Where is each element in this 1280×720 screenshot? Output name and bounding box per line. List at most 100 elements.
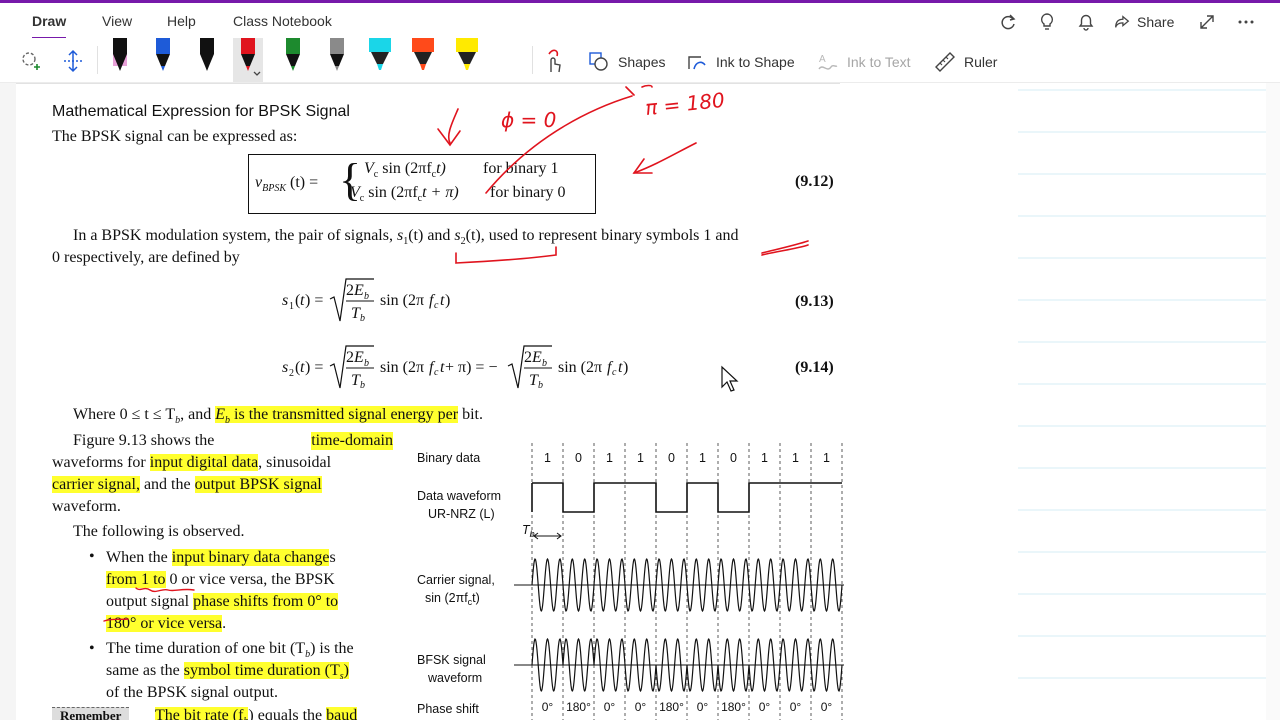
highlighter-cyan-icon[interactable]: [365, 38, 395, 82]
ink-to-shape-label: Ink to Shape: [716, 54, 795, 70]
ink-bracket: [455, 246, 557, 264]
tab-view[interactable]: View: [102, 13, 132, 29]
ink-to-text-button[interactable]: A Ink to Text: [817, 51, 911, 73]
tab-help[interactable]: Help: [167, 13, 196, 29]
svg-text:2: 2: [346, 282, 354, 299]
shapes-label: Shapes: [618, 54, 666, 70]
data-waveform: [532, 482, 842, 513]
draw-toolbar: Shapes Ink to Shape A Ink to Text Ruler: [0, 38, 1280, 83]
share-button[interactable]: Share: [1113, 12, 1174, 32]
svg-text:c: c: [612, 367, 617, 378]
bullet2-line1: The time duration of one bit (Tb) is the: [106, 640, 354, 661]
menu-bar: Draw View Help Class Notebook Share: [0, 3, 1280, 40]
svg-text:sin (2π: sin (2π: [558, 359, 602, 376]
equation-9-14: s2 (t) = 2Eb Tb sin (2π f c t + π) = − 2Eb T…: [282, 345, 628, 391]
shapes-button[interactable]: Shapes: [588, 51, 665, 73]
tb-label: Tb: [522, 523, 535, 539]
bit-label: 1: [606, 451, 613, 465]
phase-label: 0°: [697, 700, 709, 714]
sync-icon[interactable]: [998, 12, 1018, 32]
pen-black-icon[interactable]: [192, 38, 222, 82]
svg-text:A: A: [819, 54, 826, 65]
bit-label: 1: [699, 451, 706, 465]
canvas-left-gutter: [0, 83, 16, 720]
equation-9-13: s1 (t) = 2Eb Tb sin (2π f c t): [282, 278, 450, 324]
ink-pi-note: π = 180: [644, 88, 726, 120]
lightbulb-icon[interactable]: [1037, 12, 1057, 32]
bit-label: 1: [792, 451, 799, 465]
figure-label-carrier-2: sin (2πfct): [425, 591, 480, 607]
textbook-page: Mathematical Expression for BPSK Signal …: [16, 83, 1018, 720]
svg-text:b: b: [542, 358, 547, 369]
fig-para-line4: waveform.: [52, 498, 121, 515]
ruler-label: Ruler: [964, 54, 998, 70]
figure-label-binary: Binary data: [417, 451, 480, 465]
phase-label: 180°: [566, 700, 591, 714]
intro-text: The BPSK signal can be expressed as:: [52, 128, 298, 145]
bit-label: 0: [575, 451, 582, 465]
svg-text:c: c: [434, 367, 439, 378]
eq-number-9-13: (9.13): [795, 293, 834, 310]
share-label: Share: [1137, 14, 1175, 30]
touch-draw-icon[interactable]: [543, 48, 565, 74]
svg-text:): ): [623, 359, 628, 376]
bullet1-line1: When the input binary data changes: [106, 549, 336, 566]
bullet-marker: •: [89, 548, 95, 565]
figure-label-data-2: UR-NRZ (L): [428, 507, 495, 521]
phase-label: 0°: [790, 700, 802, 714]
ruler-button[interactable]: Ruler: [934, 51, 997, 73]
ink-arrow-line: [485, 86, 635, 194]
ink-to-shape-icon: [688, 56, 706, 70]
expand-icon[interactable]: [1197, 12, 1217, 32]
observed-text: The following is observed.: [73, 523, 245, 540]
svg-text:s: s: [282, 292, 288, 309]
bell-icon[interactable]: [1076, 12, 1096, 32]
svg-text:s: s: [282, 359, 288, 376]
bpsk-waveform-figure: Binary data Data waveform UR-NRZ (L) Car…: [417, 443, 844, 720]
bit-label: 0: [730, 451, 737, 465]
pen-gray-icon[interactable]: [322, 38, 352, 82]
add-space-icon[interactable]: [62, 49, 84, 73]
bit-label: 0: [668, 451, 675, 465]
mouse-cursor-icon: [721, 365, 739, 392]
svg-text:): ): [445, 292, 450, 309]
svg-text:sin (2π: sin (2π: [380, 359, 424, 376]
bullet2-line3: of the BPSK signal output.: [106, 684, 279, 701]
vertical-scrollbar[interactable]: [1266, 83, 1280, 720]
pen-black-pink-icon[interactable]: [105, 38, 135, 82]
more-options-icon[interactable]: [1236, 12, 1256, 32]
bullet2-line2: same as the symbol time duration (Ts): [106, 662, 349, 683]
bit-label: 1: [761, 451, 768, 465]
fig-para-line2: waveforms for input digital data, sinuso…: [52, 454, 332, 471]
ink-phi-note: ϕ = 0: [501, 108, 556, 132]
last-line: The bit rate (fb) equals the baud: [155, 707, 358, 720]
tab-class-notebook[interactable]: Class Notebook: [233, 13, 332, 29]
highlighter-orange-icon[interactable]: [408, 38, 438, 82]
figure-label-bfsk-1: BFSK signal: [417, 653, 486, 667]
pen-red-icon[interactable]: [233, 38, 263, 82]
ink-to-text-icon: A: [818, 54, 838, 70]
note-canvas[interactable]: Mathematical Expression for BPSK Signal …: [0, 83, 1280, 720]
pen-green-icon[interactable]: [278, 38, 308, 82]
pen-blue-icon[interactable]: [148, 38, 178, 82]
section-heading: Mathematical Expression for BPSK Signal: [52, 103, 350, 120]
para1-line2: 0 respectively, are defined by: [52, 249, 240, 266]
svg-text:) =: ) =: [305, 359, 323, 376]
svg-text:2: 2: [289, 368, 294, 379]
phase-label: 0°: [542, 700, 554, 714]
phase-label: 180°: [721, 700, 746, 714]
svg-text:2: 2: [524, 349, 532, 366]
figure-label-bfsk-2: waveform: [427, 671, 482, 685]
ruler-icon: [935, 52, 955, 72]
phase-label: 0°: [759, 700, 771, 714]
ink-annotations: ϕ = 0 π = 180: [437, 84, 809, 264]
phase-label: 0°: [821, 700, 833, 714]
highlighter-yellow-icon[interactable]: [452, 38, 482, 82]
svg-text:E: E: [353, 282, 364, 299]
figure-label-phase: Phase shift: [417, 702, 479, 716]
ink-tick: [641, 84, 653, 88]
bit-label: 1: [544, 451, 551, 465]
lasso-select-icon[interactable]: [20, 50, 42, 72]
ink-to-shape-button[interactable]: Ink to Shape: [686, 51, 795, 73]
tab-draw[interactable]: Draw: [32, 13, 66, 29]
